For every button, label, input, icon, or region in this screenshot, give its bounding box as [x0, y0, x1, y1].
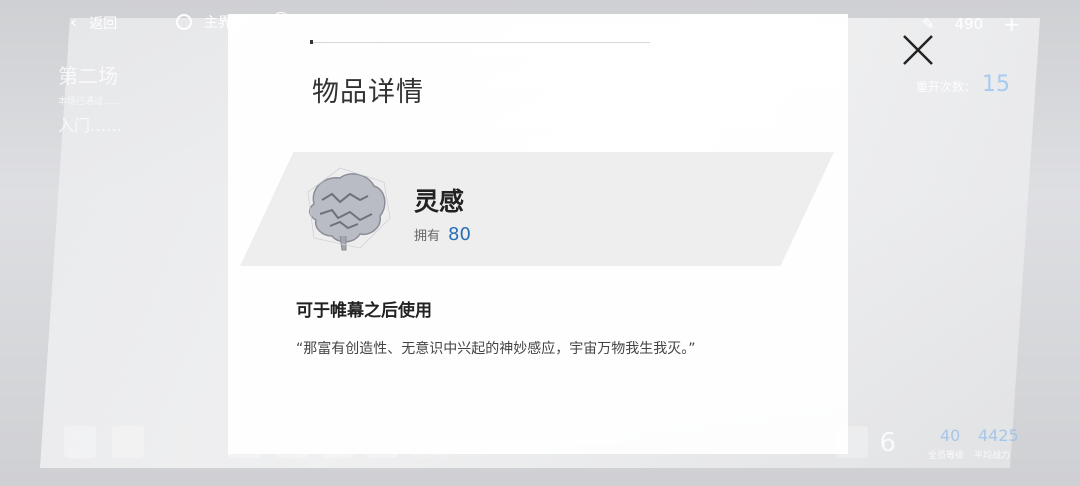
back-label: 返回 — [89, 15, 118, 32]
stage-title: 第二场 — [58, 64, 118, 88]
stat-power-label: 平均战力 — [974, 451, 1011, 461]
mail-icon[interactable] — [112, 426, 144, 458]
title-accent — [310, 40, 313, 44]
owned-label: 拥有 — [414, 229, 441, 244]
owned-count-row: 拥有 80 — [414, 224, 471, 245]
item-name: 灵感 — [414, 187, 465, 216]
home-ring-icon — [176, 14, 192, 30]
add-currency-button[interactable]: + — [1003, 12, 1020, 36]
chevron-left-icon: ‹ — [70, 12, 78, 33]
reopen-label: 重开次数： — [915, 80, 976, 94]
item-detail-dialog: 物品详情 灵感 拥有 80 可于帷幕之后使用 “那富有创造性、无意识中兴起的神妙… — [228, 14, 848, 454]
back-button[interactable]: ‹ 返回 — [70, 12, 117, 33]
item-description: “那富有创造性、无意识中兴起的神妙感应，宇宙万物我生我灭。” — [296, 341, 696, 357]
stat-power-value: 4425 — [978, 426, 1019, 445]
dialog-title: 物品详情 — [312, 77, 424, 108]
brain-icon — [307, 167, 391, 251]
title-divider — [310, 42, 650, 43]
stage-subtitle: 本场已通过…… — [58, 97, 122, 107]
stat-level-value: 40 — [940, 426, 961, 445]
works-label: 作品 — [68, 451, 87, 461]
currency-value: 490 — [954, 15, 984, 33]
team-count: 6 — [879, 428, 896, 458]
owned-count: 80 — [448, 224, 471, 245]
stat-level-label: 全员等级 — [928, 451, 965, 461]
usage-text: 可于帷幕之后使用 — [296, 301, 432, 321]
reopen-count: 15 — [982, 72, 1010, 97]
close-icon[interactable] — [898, 30, 938, 70]
reopen-counter: 重开次数： 15 — [916, 72, 1010, 97]
stage-name: 入门…… — [58, 116, 123, 135]
